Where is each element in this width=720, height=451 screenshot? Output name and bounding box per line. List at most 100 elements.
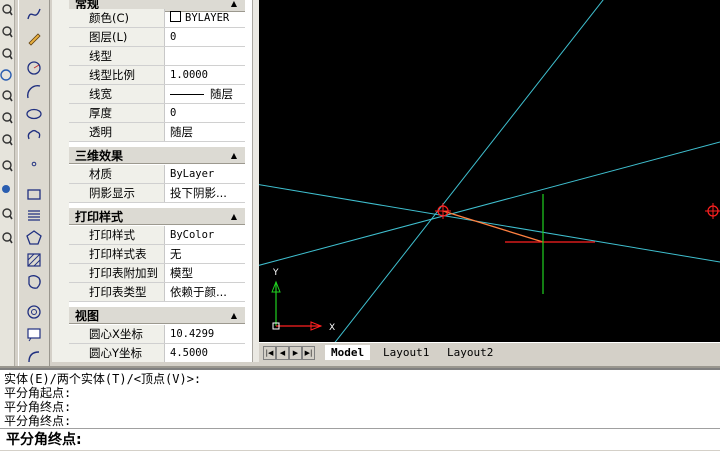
property-label: 透明 bbox=[69, 123, 165, 141]
command-history: 实体(E)/两个实体(T)/<顶点(V)>: 平分角起点: 平分角终点: 平分角… bbox=[4, 372, 704, 428]
property-value[interactable]: 依赖于颜... bbox=[166, 283, 245, 301]
zoom-icon[interactable] bbox=[0, 110, 14, 128]
ucs-icon: Y X bbox=[271, 268, 335, 333]
tab-model[interactable]: Model bbox=[325, 345, 371, 360]
hatch-icon[interactable] bbox=[23, 250, 45, 270]
donut-icon[interactable] bbox=[23, 302, 45, 322]
property-row-center-y[interactable]: 圆心Y坐标 4.5000 bbox=[69, 344, 245, 362]
property-value[interactable]: 模型 bbox=[166, 264, 245, 282]
zoom-icon[interactable] bbox=[0, 24, 14, 42]
prev-tab-icon[interactable]: ◀ bbox=[276, 346, 289, 360]
property-value[interactable]: 无 bbox=[166, 245, 245, 263]
property-value[interactable]: 1.0000 bbox=[166, 66, 245, 84]
property-row-lineweight[interactable]: 线宽 随层 bbox=[69, 85, 245, 104]
property-row-plot-style-table[interactable]: 打印样式表 无 bbox=[69, 245, 245, 264]
property-value[interactable] bbox=[166, 47, 245, 65]
property-value[interactable]: 随层 bbox=[166, 85, 245, 103]
pan-icon[interactable] bbox=[0, 180, 14, 198]
orbit-icon[interactable] bbox=[0, 66, 14, 84]
property-label: 线型比例 bbox=[69, 66, 165, 84]
property-value[interactable]: BYLAYER bbox=[166, 9, 245, 27]
property-value[interactable]: 随层 bbox=[166, 123, 245, 141]
construction-line[interactable] bbox=[259, 183, 720, 263]
rectangle-icon[interactable] bbox=[23, 184, 45, 204]
next-tab-icon[interactable]: ▶ bbox=[289, 346, 302, 360]
drawing-canvas[interactable]: Y X bbox=[259, 0, 720, 342]
property-value[interactable]: 0 bbox=[166, 28, 245, 46]
ucs-y-label: Y bbox=[272, 268, 279, 278]
point-icon[interactable] bbox=[23, 154, 45, 174]
arc-icon[interactable] bbox=[23, 82, 45, 102]
zoom-icon[interactable] bbox=[0, 206, 14, 224]
property-row-material[interactable]: 材质 ByLayer bbox=[69, 165, 245, 184]
property-row-plot-table-type[interactable]: 打印表类型 依赖于颜... bbox=[69, 283, 245, 302]
polygon-icon[interactable] bbox=[23, 228, 45, 248]
property-value[interactable]: ByColor bbox=[166, 226, 245, 244]
construction-line[interactable] bbox=[259, 141, 720, 268]
first-tab-icon[interactable]: |◀ bbox=[263, 346, 276, 360]
property-value[interactable]: ByLayer bbox=[166, 165, 245, 183]
tab-layout2[interactable]: Layout2 bbox=[441, 345, 499, 360]
property-label: 圆心Y坐标 bbox=[69, 344, 165, 362]
collapse-arrow-icon[interactable]: ▲ bbox=[231, 147, 237, 165]
property-row-linetype-scale[interactable]: 线型比例 1.0000 bbox=[69, 66, 245, 85]
property-value[interactable]: 4.5000 bbox=[166, 344, 245, 362]
command-window: 实体(E)/两个实体(T)/<顶点(V)>: 平分角起点: 平分角终点: 平分角… bbox=[0, 368, 720, 450]
property-row-linetype[interactable]: 线型 bbox=[69, 47, 245, 66]
modify-toolbar-partial bbox=[0, 0, 15, 368]
zoom-icon[interactable] bbox=[0, 230, 14, 248]
property-label: 线型 bbox=[69, 47, 165, 65]
helix-icon[interactable] bbox=[23, 206, 45, 226]
lineweight-value-text: 随层 bbox=[210, 87, 233, 101]
zoom-icon[interactable] bbox=[0, 132, 14, 150]
circle-center-icon[interactable] bbox=[23, 58, 45, 78]
property-label: 打印表类型 bbox=[69, 283, 165, 301]
layout-tab-bar: |◀ ◀ ▶ ▶| Model Layout1 Layout2 bbox=[259, 342, 720, 363]
section-3d-effects-header[interactable]: 三维效果 ▲ bbox=[69, 146, 245, 164]
zoom-icon[interactable] bbox=[0, 46, 14, 64]
collapse-arrow-icon[interactable]: ▲ bbox=[231, 307, 237, 325]
property-label: 打印表附加到 bbox=[69, 264, 165, 282]
pencil-icon[interactable] bbox=[23, 28, 45, 48]
property-label: 打印样式 bbox=[69, 226, 165, 244]
section-plot-style-header[interactable]: 打印样式 ▲ bbox=[69, 207, 245, 225]
revcloud-icon[interactable] bbox=[23, 126, 45, 146]
spline-icon[interactable] bbox=[23, 4, 45, 24]
ellipse-icon[interactable] bbox=[23, 104, 45, 124]
property-row-thickness[interactable]: 厚度 0 bbox=[69, 104, 245, 123]
collapse-arrow-icon[interactable]: ▲ bbox=[231, 208, 237, 226]
property-row-plot-table-attached[interactable]: 打印表附加到 模型 bbox=[69, 264, 245, 283]
region-icon[interactable] bbox=[23, 272, 45, 292]
command-input[interactable]: 平分角终点: bbox=[0, 428, 720, 451]
property-row-center-x[interactable]: 圆心X坐标 10.4299 bbox=[69, 325, 245, 344]
property-row-color[interactable]: 颜色(C) BYLAYER bbox=[69, 9, 245, 28]
command-prompt: 平分角终点: bbox=[6, 432, 82, 448]
text-icon[interactable] bbox=[23, 346, 45, 366]
property-row-shadow[interactable]: 阴影显示 投下阴影... bbox=[69, 184, 245, 203]
properties-scrollbar[interactable] bbox=[252, 0, 259, 362]
rubber-band-line bbox=[442, 210, 544, 243]
property-row-plot-style[interactable]: 打印样式 ByColor bbox=[69, 226, 245, 245]
wipeout-icon[interactable] bbox=[23, 324, 45, 344]
command-history-line: 实体(E)/两个实体(T)/<顶点(V)>: bbox=[4, 372, 202, 386]
palette-gutter bbox=[52, 0, 69, 362]
tab-layout1[interactable]: Layout1 bbox=[377, 345, 435, 360]
zoom-icon[interactable] bbox=[0, 88, 14, 106]
properties-palette: 常规 ▲ 颜色(C) BYLAYER 图层(L) 0 线型 线型比例 1.000… bbox=[52, 0, 253, 362]
property-value[interactable]: 0 bbox=[166, 104, 245, 122]
property-label: 阴影显示 bbox=[69, 184, 165, 202]
snap-marker[interactable] bbox=[705, 203, 720, 219]
property-row-layer[interactable]: 图层(L) 0 bbox=[69, 28, 245, 47]
property-label: 圆心X坐标 bbox=[69, 325, 165, 343]
property-row-transparency[interactable]: 透明 随层 bbox=[69, 123, 245, 142]
last-tab-icon[interactable]: ▶| bbox=[302, 346, 315, 360]
section-view-header[interactable]: 视图 ▲ bbox=[69, 306, 245, 324]
zoom-icon[interactable] bbox=[0, 158, 14, 176]
property-value[interactable]: 10.4299 bbox=[166, 325, 245, 343]
color-value-text: BYLAYER bbox=[185, 12, 230, 24]
zoom-icon[interactable] bbox=[0, 2, 14, 20]
property-value[interactable]: 投下阴影... bbox=[166, 184, 245, 202]
property-label: 厚度 bbox=[69, 104, 165, 122]
construction-line[interactable] bbox=[329, 0, 607, 342]
ucs-x-label: X bbox=[329, 323, 335, 333]
